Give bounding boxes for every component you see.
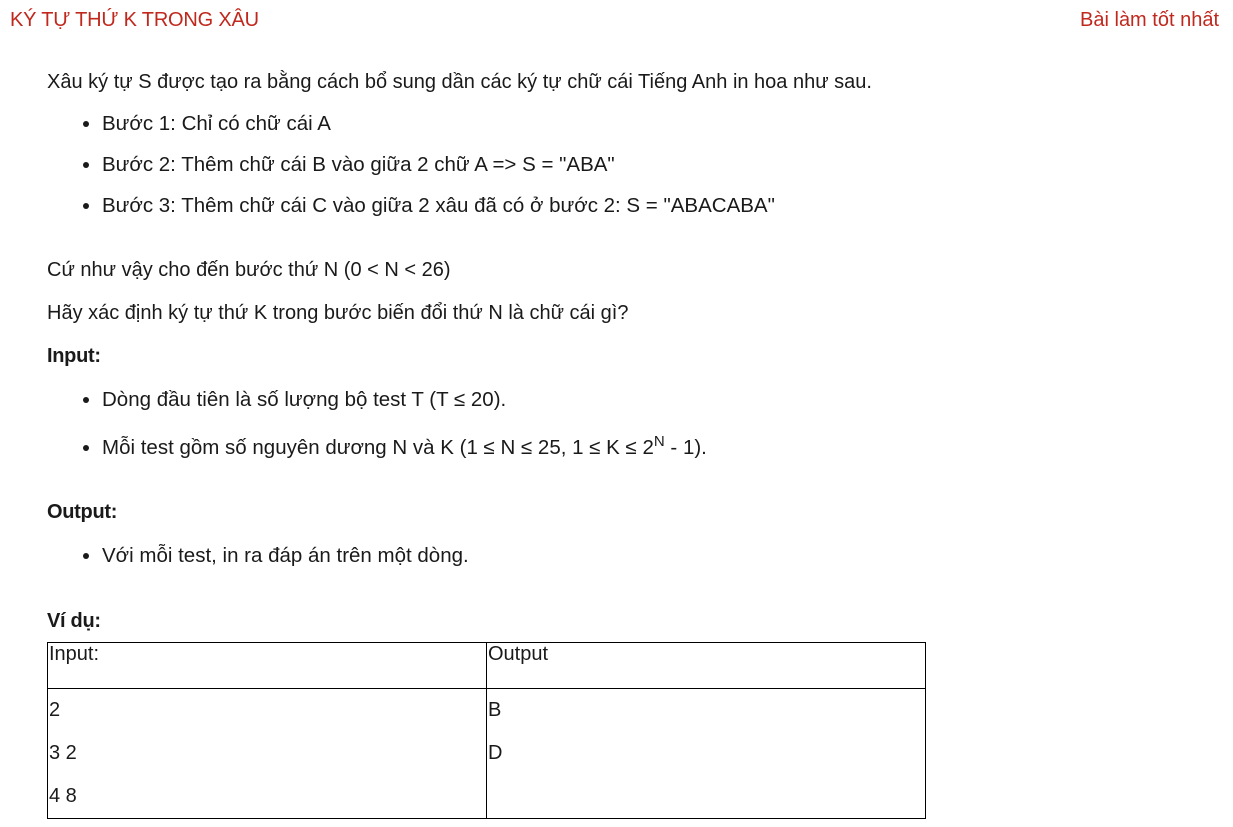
input-list: Dòng đầu tiên là số lượng bộ test T (T ≤…: [47, 386, 1197, 462]
example-table: Input: Output 2 3 2 4 8 B D: [47, 641, 926, 819]
output-line: D: [488, 741, 503, 764]
table-header-row: Input: Output: [47, 641, 926, 689]
list-item: Bước 3: Thêm chữ cái C vào giữa 2 xâu đã…: [102, 192, 1197, 220]
list-item: Bước 2: Thêm chữ cái B vào giữa 2 chữ A …: [102, 151, 1197, 179]
example-output-cell: B D: [486, 687, 926, 819]
example-heading: Ví dụ:: [47, 609, 101, 632]
input-heading: Input:: [47, 345, 101, 367]
steps-list: Bước 1: Chỉ có chữ cái A Bước 2: Thêm ch…: [47, 110, 1197, 220]
list-item: Dòng đầu tiên là số lượng bộ test T (T ≤…: [102, 386, 1197, 414]
output-heading: Output:: [47, 500, 118, 523]
example-input-cell: 2 3 2 4 8: [47, 687, 487, 819]
list-item: Bước 1: Chỉ có chữ cái A: [102, 110, 1197, 138]
input-line: 4 8: [49, 784, 77, 807]
top-bar: KÝ TỰ THỨ K TRONG XÂU Bài làm tốt nhất: [0, 0, 1233, 34]
output-list: Với mỗi test, in ra đáp án trên một dòng…: [47, 542, 1197, 570]
input-line: 3 2: [49, 741, 77, 764]
intro-paragraph: Xâu ký tự S được tạo ra bằng cách bổ sun…: [47, 71, 872, 93]
table-row: 2 3 2 4 8 B D: [47, 687, 926, 819]
superscript-n: N: [653, 433, 665, 450]
list-item: Mỗi test gồm số nguyên dương N và K (1 ≤…: [102, 428, 1197, 462]
problem-statement: Xâu ký tự S được tạo ra bằng cách bổ sun…: [47, 68, 1197, 819]
list-item: Với mỗi test, in ra đáp án trên một dòng…: [102, 542, 1197, 570]
input-line: 2: [49, 698, 61, 721]
best-submission-link[interactable]: Bài làm tốt nhất: [1080, 9, 1219, 32]
output-line: B: [488, 698, 502, 721]
table-header-input: Input:: [47, 641, 487, 689]
question-paragraph: Hãy xác định ký tự thứ K trong bước biến…: [47, 302, 629, 324]
continue-paragraph: Cứ như vậy cho đến bước thứ N (0 < N < 2…: [47, 259, 451, 281]
table-header-output: Output: [486, 641, 926, 689]
problem-title: KÝ TỰ THỨ K TRONG XÂU: [10, 9, 259, 31]
